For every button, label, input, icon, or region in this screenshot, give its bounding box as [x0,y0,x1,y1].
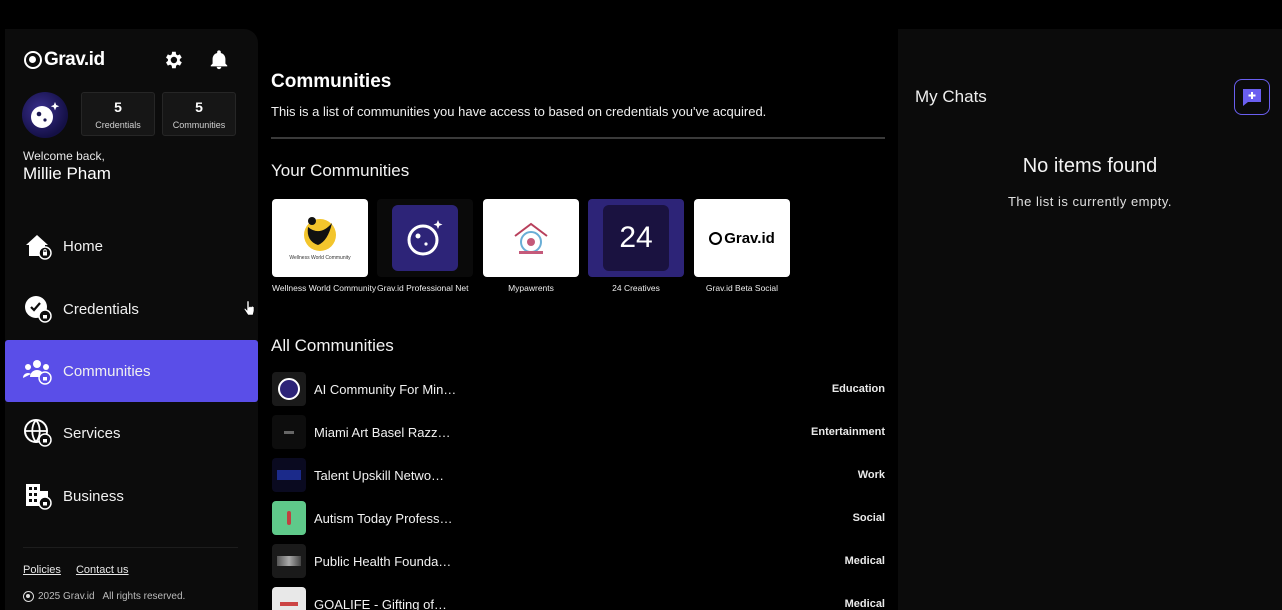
all-communities-title: All Communities [271,336,394,355]
sidebar: Grav.id 5 Credentials 5 Communities Welc… [5,29,258,610]
nav-item-credentials[interactable]: Credentials [5,278,258,340]
gear-icon[interactable] [162,49,184,71]
community-thumbnail: Grav.id [694,199,790,277]
brand-name: Grav.id [44,49,105,70]
community-card-name: Grav.id Professional Net [377,283,469,293]
community-card-mypawrents[interactable]: Mypawrents [483,199,579,293]
community-row-category: Education [831,383,885,395]
community-card-gravid-beta[interactable]: Grav.id Grav.id Beta Social [694,199,790,293]
nav-label-home: Home [63,237,104,255]
nav-label-business: Business [63,487,124,505]
contact-link[interactable]: Contact us [76,564,129,576]
community-card-name: 24 Creatives [612,283,660,293]
community-card-name: Grav.id Beta Social [705,283,779,293]
main-content: Communities This is a list of communitie… [258,29,898,610]
community-row[interactable]: Talent Upskill Netwo… Work [271,458,885,494]
community-row-category: Social [852,512,885,524]
community-thumbnail [377,199,473,277]
community-card-gravid-professional[interactable]: Grav.id Professional Net [377,199,473,293]
community-row-name: Talent Upskill Netwo… [314,468,445,483]
add-chat-icon [1243,89,1261,106]
community-row-thumbnail [272,544,306,578]
community-row-category: Entertainment [811,426,885,438]
community-card-24-creatives[interactable]: 24 24 Creatives [588,199,684,293]
credentials-icon [25,296,52,323]
header-divider [271,137,885,139]
community-row-name: GOALIFE - Gifting of… [314,597,447,610]
community-card-wellness[interactable]: Wellness World Community Wellness World … [272,199,377,293]
footer-links: Policies Contact us [23,564,141,576]
user-name: Millie Pham [23,164,111,183]
your-communities-title: Your Communities [271,161,410,180]
community-thumbnail [483,199,579,277]
community-row-name: Autism Today Profess… [314,511,453,526]
brand-logo[interactable]: Grav.id [24,49,105,71]
community-row-name: Miami Art Basel Razz… [314,425,451,440]
community-thumbnail: Wellness World Community [272,199,368,277]
page-description: This is a list of communities you have a… [271,104,767,119]
avatar-planet-icon [31,102,60,128]
community-row-thumbnail [272,458,306,492]
credentials-stat[interactable]: 5 Credentials [81,92,155,136]
community-row-category: Medical [844,555,885,567]
wellness-thumb-text: Wellness World Community [289,255,351,261]
community-row[interactable]: Autism Today Profess… Social [271,501,885,537]
nav-label-services: Services [63,424,121,442]
planet-icon [407,220,443,256]
copyright-logo-icon [23,591,34,602]
nav-item-home[interactable]: Home [5,215,258,277]
empty-state-title: No items found [1022,155,1158,177]
community-card-name: Mypawrents [508,283,554,293]
top-bar [0,0,1282,29]
credentials-count: 5 [114,99,122,115]
sidebar-divider [23,547,238,548]
welcome-text: Welcome back, [23,149,105,163]
paw-house-icon [514,222,548,254]
community-row-name: AI Community For Min… [314,382,457,397]
community-row[interactable]: Miami Art Basel Razz… Entertainment [271,415,885,451]
credentials-stat-label: Credentials [95,120,141,130]
communities-stat-label: Communities [172,120,226,130]
community-row-category: Medical [844,598,885,610]
home-icon [26,235,52,260]
nav-label-credentials: Credentials [63,300,139,318]
community-card-name: Wellness World Community [272,283,377,293]
new-chat-button[interactable] [1234,79,1270,115]
avatar[interactable] [22,92,68,138]
community-thumbnail: 24 [588,199,684,277]
grav-logo-icon [24,51,42,69]
community-row-thumbnail [272,501,306,535]
community-row[interactable]: GOALIFE - Gifting of… Medical [271,587,885,610]
communities-count: 5 [195,99,203,115]
community-row[interactable]: Public Health Founda… Medical [271,544,885,580]
community-row-name: Public Health Founda… [314,554,452,569]
rights-text: All rights reserved. [102,591,186,602]
community-row-thumbnail [272,415,306,449]
nav-item-communities[interactable]: Communities [5,340,258,402]
nav-label-communities: Communities [63,362,151,380]
copyright-text: 2025 Grav.id [38,591,95,602]
communities-stat[interactable]: 5 Communities [162,92,236,136]
bell-icon[interactable] [208,49,230,71]
empty-state-subtitle: The list is currently empty. [1007,194,1173,209]
business-icon [26,484,52,510]
community-row[interactable]: AI Community For Min… Education [271,372,885,408]
grav-logo-icon [709,231,723,245]
mouse-cursor-icon [244,300,255,316]
community-row-thumbnail [272,587,306,610]
nav-item-services[interactable]: Services [5,402,258,464]
policies-link[interactable]: Policies [23,564,61,576]
community-row-thumbnail [272,372,306,406]
chats-title: My Chats [915,87,987,106]
services-icon [24,419,52,447]
24-creatives-logo: 24 [603,205,669,271]
chats-panel: My Chats No items found The list is curr… [898,29,1282,610]
gravid-beta-logo-text: Grav.id [724,229,775,247]
page-title: Communities [271,71,392,92]
nav-item-business[interactable]: Business [5,465,258,527]
community-row-category: Work [857,469,885,481]
communities-icon [23,360,52,385]
copyright: 2025 Grav.id All rights reserved. [23,591,185,602]
